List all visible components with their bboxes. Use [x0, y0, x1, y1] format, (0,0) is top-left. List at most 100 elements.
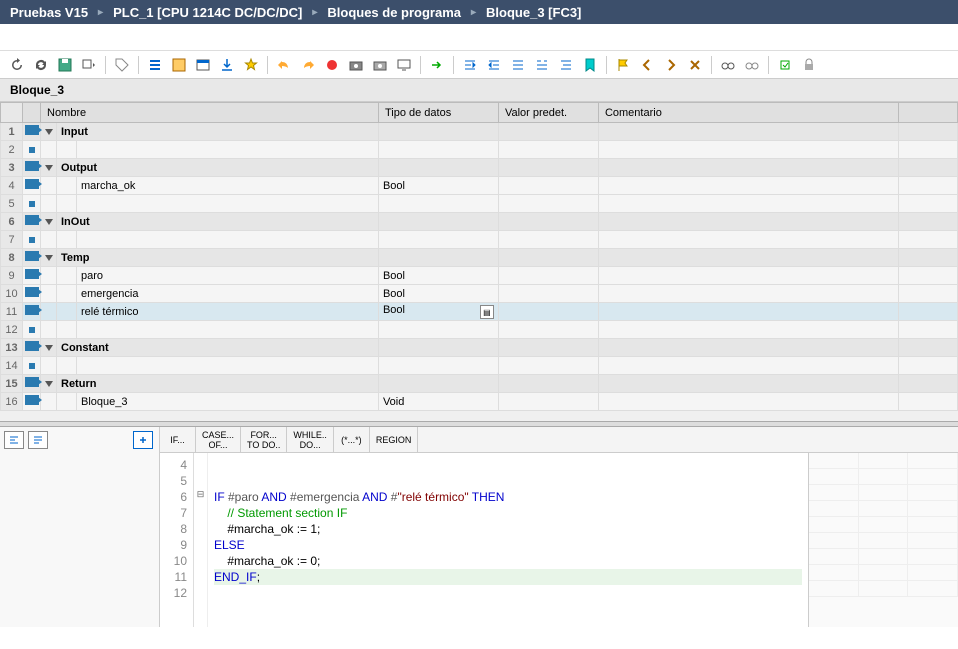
var-type[interactable]: Bool▤: [378, 303, 498, 321]
tb-clear-icon[interactable]: [684, 54, 706, 76]
tb-glasses-icon[interactable]: [717, 54, 739, 76]
tb-goto-icon[interactable]: [426, 54, 448, 76]
table-row[interactable]: 4 marcha_ok Bool: [1, 177, 958, 195]
tb-undo-icon[interactable]: [273, 54, 295, 76]
var-comment[interactable]: [598, 177, 898, 195]
add-placeholder[interactable]: [77, 195, 379, 213]
table-row[interactable]: 14: [1, 357, 958, 375]
snippet-tab[interactable]: WHILE..DO...: [287, 427, 334, 452]
fold-column[interactable]: ⊟: [194, 453, 208, 627]
var-default[interactable]: [498, 123, 598, 141]
breadcrumb-item[interactable]: Pruebas V15: [10, 5, 88, 20]
expand-icon[interactable]: [45, 129, 53, 135]
tb-format-icon[interactable]: [531, 54, 553, 76]
var-type[interactable]: [378, 159, 498, 177]
breadcrumb-item[interactable]: PLC_1 [CPU 1214C DC/DC/DC]: [113, 5, 302, 20]
expand-icon[interactable]: [45, 165, 53, 171]
var-comment[interactable]: [598, 231, 898, 249]
tb-refresh-icon[interactable]: [6, 54, 28, 76]
var-default[interactable]: [498, 357, 598, 375]
var-type[interactable]: [378, 339, 498, 357]
var-type[interactable]: [378, 213, 498, 231]
var-type[interactable]: [378, 249, 498, 267]
expand-icon[interactable]: [45, 345, 53, 351]
var-default[interactable]: [498, 249, 598, 267]
var-comment[interactable]: [598, 159, 898, 177]
expand-icon[interactable]: [45, 219, 53, 225]
var-comment[interactable]: [598, 213, 898, 231]
breadcrumb-item[interactable]: Bloques de programa: [327, 5, 461, 20]
var-name[interactable]: relé térmico: [77, 303, 379, 321]
table-row[interactable]: 15 Return: [1, 375, 958, 393]
tb-redo-icon[interactable]: [297, 54, 319, 76]
tb-lock-icon[interactable]: [798, 54, 820, 76]
var-type[interactable]: [378, 357, 498, 375]
var-default[interactable]: [498, 375, 598, 393]
var-comment[interactable]: [598, 195, 898, 213]
expand-icon[interactable]: [45, 255, 53, 261]
var-type[interactable]: [378, 141, 498, 159]
col-datatype[interactable]: Tipo de datos: [378, 103, 498, 123]
table-row[interactable]: 10 emergencia Bool: [1, 285, 958, 303]
table-row[interactable]: 3 Output: [1, 159, 958, 177]
var-comment[interactable]: [598, 375, 898, 393]
add-placeholder[interactable]: [77, 141, 379, 159]
var-name[interactable]: paro: [77, 267, 379, 285]
add-placeholder[interactable]: [77, 357, 379, 375]
tb-monitor-icon[interactable]: [393, 54, 415, 76]
var-comment[interactable]: [598, 393, 898, 411]
var-type[interactable]: [378, 321, 498, 339]
snippet-tab[interactable]: IF...: [160, 427, 196, 452]
tb-sync-icon[interactable]: [30, 54, 52, 76]
tb-watch-icon[interactable]: [741, 54, 763, 76]
var-type[interactable]: Bool: [378, 285, 498, 303]
var-name[interactable]: emergencia: [77, 285, 379, 303]
var-default[interactable]: [498, 303, 598, 321]
var-type[interactable]: [378, 375, 498, 393]
code-content[interactable]: IF #paro AND #emergencia AND #"relé térm…: [208, 453, 808, 627]
tb-tag-icon[interactable]: [111, 54, 133, 76]
var-default[interactable]: [498, 195, 598, 213]
tb-down-icon[interactable]: [78, 54, 100, 76]
var-type[interactable]: [378, 195, 498, 213]
col-name[interactable]: Nombre: [41, 103, 379, 123]
table-row[interactable]: 6 InOut: [1, 213, 958, 231]
table-row[interactable]: 11 relé térmico Bool▤: [1, 303, 958, 321]
table-row[interactable]: 1 Input: [1, 123, 958, 141]
tb-stop-icon[interactable]: [321, 54, 343, 76]
var-default[interactable]: [498, 213, 598, 231]
table-row[interactable]: 12: [1, 321, 958, 339]
structure-toggle-icon[interactable]: [133, 431, 153, 449]
snippet-tab[interactable]: FOR...TO DO..: [241, 427, 287, 452]
var-type[interactable]: [378, 123, 498, 141]
var-type[interactable]: Bool: [378, 267, 498, 285]
var-default[interactable]: [498, 267, 598, 285]
table-row[interactable]: 2: [1, 141, 958, 159]
var-comment[interactable]: [598, 357, 898, 375]
var-default[interactable]: [498, 141, 598, 159]
code-editor[interactable]: 456789101112 ⊟ IF #paro AND #emergencia …: [160, 453, 958, 627]
var-default[interactable]: [498, 285, 598, 303]
datatype-picker-icon[interactable]: ▤: [480, 305, 494, 319]
tb-block-icon[interactable]: [168, 54, 190, 76]
tb-align-icon[interactable]: [555, 54, 577, 76]
tb-prev-icon[interactable]: [636, 54, 658, 76]
tb-outdent-icon[interactable]: [507, 54, 529, 76]
expand-icon[interactable]: [45, 381, 53, 387]
table-row[interactable]: 5: [1, 195, 958, 213]
var-default[interactable]: [498, 231, 598, 249]
var-default[interactable]: [498, 159, 598, 177]
var-name[interactable]: Bloque_3: [77, 393, 379, 411]
var-comment[interactable]: [598, 141, 898, 159]
var-comment[interactable]: [598, 303, 898, 321]
tb-snapshot-icon[interactable]: [345, 54, 367, 76]
var-comment[interactable]: [598, 267, 898, 285]
var-name[interactable]: marcha_ok: [77, 177, 379, 195]
collapse-all-icon[interactable]: [4, 431, 24, 449]
snippet-tab[interactable]: (*...*): [334, 427, 370, 452]
var-type[interactable]: Void: [378, 393, 498, 411]
var-type[interactable]: Bool: [378, 177, 498, 195]
tb-list-icon[interactable]: [144, 54, 166, 76]
snippet-tab[interactable]: CASE...OF...: [196, 427, 241, 452]
tb-window-icon[interactable]: [192, 54, 214, 76]
